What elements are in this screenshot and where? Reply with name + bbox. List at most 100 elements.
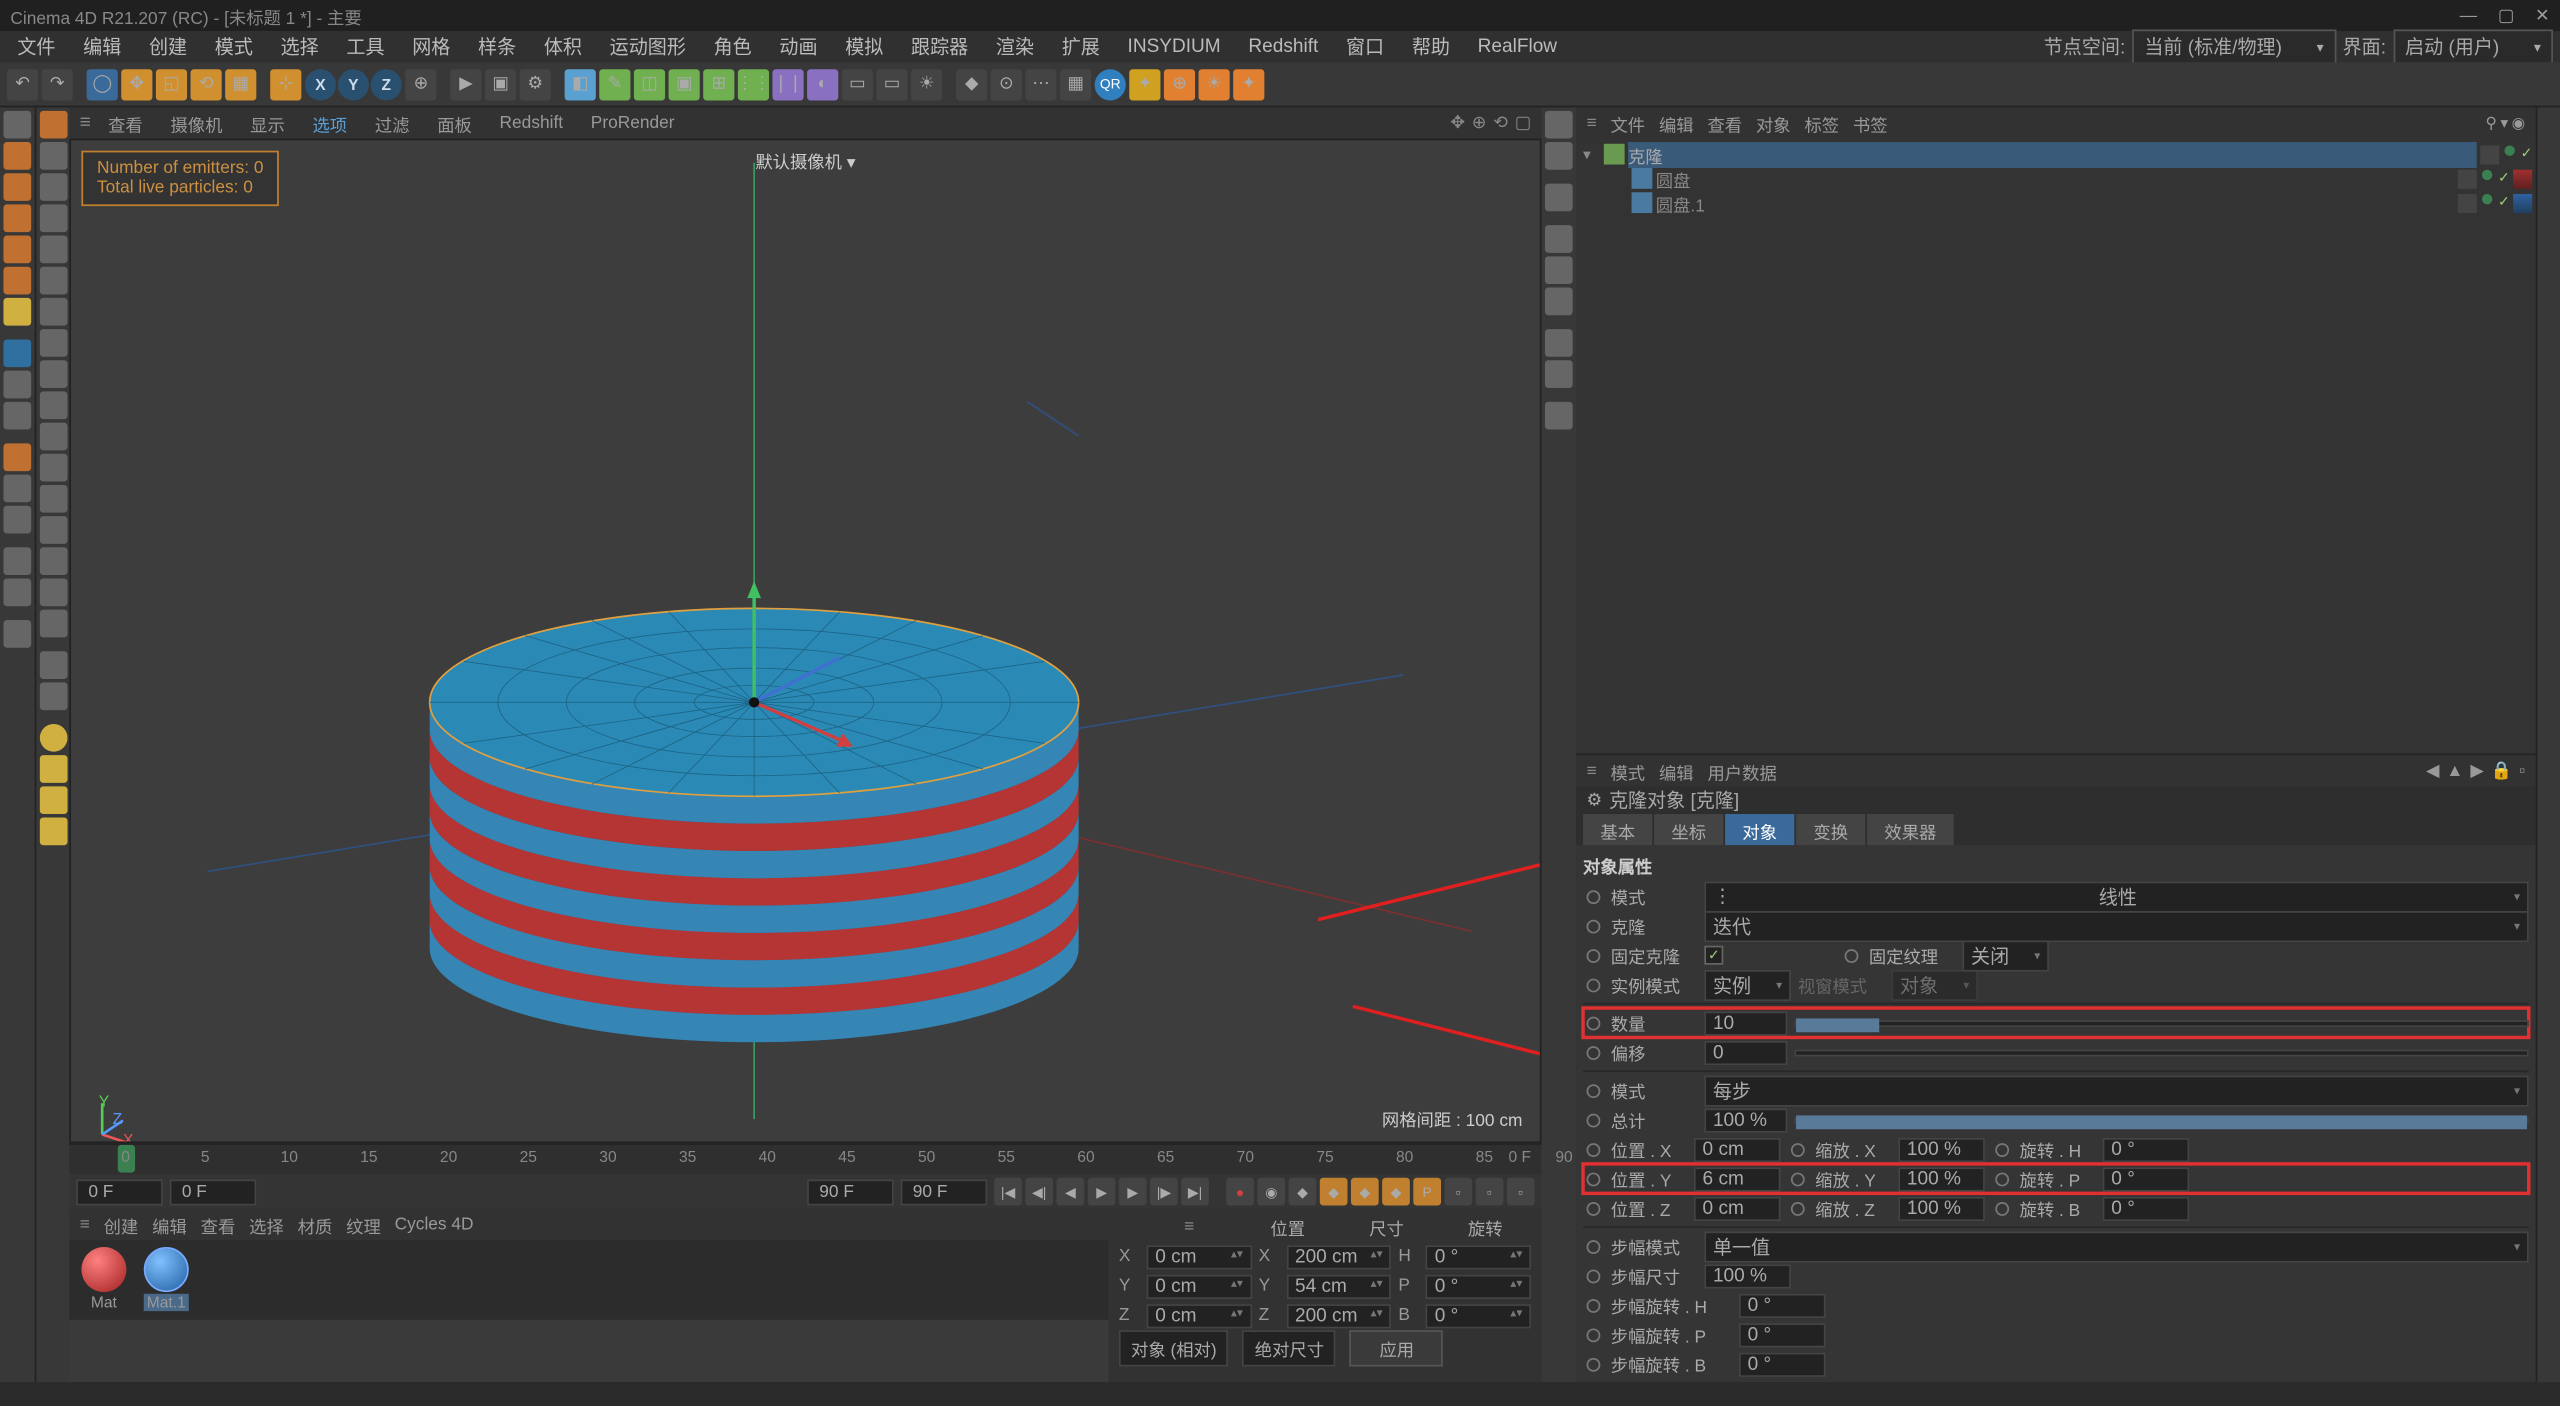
material-blue[interactable]: Mat.1: [139, 1247, 194, 1313]
om-menu-objects[interactable]: 对象: [1756, 110, 1791, 136]
size-mode-dropdown[interactable]: 绝对尺寸: [1243, 1330, 1337, 1366]
pen-icon[interactable]: ✎: [599, 68, 630, 99]
lt2-b-icon[interactable]: [40, 173, 68, 201]
locked-workplane-icon[interactable]: [3, 475, 31, 503]
lt2-g-icon[interactable]: [40, 329, 68, 357]
lt2-u-icon[interactable]: [40, 786, 68, 814]
cube-primitive-icon[interactable]: ◧: [565, 68, 596, 99]
count-slider[interactable]: [1794, 1019, 2528, 1026]
anim-dot-icon[interactable]: [1791, 1201, 1805, 1215]
rot-b-field[interactable]: 0 °▴▾: [1426, 1303, 1531, 1327]
vrs-d-icon[interactable]: [1545, 225, 1573, 253]
enable-axis-icon[interactable]: [3, 339, 31, 367]
posy-field[interactable]: 6 cm: [1694, 1167, 1781, 1191]
minimize-icon[interactable]: —: [2460, 6, 2477, 25]
play-icon[interactable]: ▶: [1088, 1178, 1116, 1206]
anim-dot-icon[interactable]: [1995, 1201, 2009, 1215]
anim-dot-icon[interactable]: [1587, 1328, 1601, 1342]
field-icon[interactable]: ❘❘: [772, 68, 803, 99]
preview-start-field[interactable]: 0 F: [170, 1179, 257, 1205]
vp-menu-panel[interactable]: 面板: [427, 110, 482, 136]
menu-help[interactable]: 帮助: [1401, 33, 1460, 61]
posz-field[interactable]: 0 cm: [1694, 1196, 1781, 1220]
anim-dot-icon[interactable]: [1587, 1045, 1601, 1059]
vrs-b-icon[interactable]: [1545, 142, 1573, 170]
menu-extensions[interactable]: 扩展: [1051, 33, 1110, 61]
om-eye-icon[interactable]: ◉: [2512, 113, 2526, 132]
point-mode-icon[interactable]: [3, 236, 31, 264]
mat-menu-cycles[interactable]: Cycles 4D: [395, 1215, 474, 1234]
size-z-field[interactable]: 200 cm▴▾: [1286, 1303, 1391, 1327]
vrs-h-icon[interactable]: [1545, 360, 1573, 388]
menu-create[interactable]: 创建: [139, 33, 198, 61]
lt2-a-icon[interactable]: [40, 142, 68, 170]
layer-tag-icon[interactable]: [2458, 193, 2477, 212]
model-mode-icon[interactable]: [3, 142, 31, 170]
range-start-field[interactable]: 0 F: [76, 1179, 163, 1205]
polygon-mode-icon[interactable]: [3, 298, 31, 326]
vp-nav-zoom-icon[interactable]: ⊕: [1472, 113, 1487, 132]
tab-object[interactable]: 对象: [1725, 814, 1794, 845]
prev-key-icon[interactable]: ◀|: [1025, 1178, 1053, 1206]
object-disc-2[interactable]: 圆盘.1 ✓: [1580, 191, 2533, 215]
anim-dot-icon[interactable]: [1587, 889, 1601, 903]
menu-window[interactable]: 窗口: [1336, 33, 1395, 61]
am-nav-back-icon[interactable]: ◀: [2426, 761, 2439, 780]
record-icon[interactable]: ●: [1226, 1178, 1254, 1206]
lt2-p-icon[interactable]: [40, 610, 68, 638]
object-cloner[interactable]: ▾ 克隆 ✓: [1580, 142, 2533, 166]
anim-dot-icon[interactable]: [1791, 1172, 1805, 1186]
menu-edit[interactable]: 编辑: [73, 33, 132, 61]
steprotb-field[interactable]: 0 °: [1739, 1352, 1826, 1376]
mode2-dropdown[interactable]: 每步: [1704, 1075, 2528, 1106]
mode-dropdown[interactable]: ⋮ 线性: [1704, 881, 2528, 912]
vp-menu-filter[interactable]: 过滤: [364, 110, 419, 136]
texture-mode-icon[interactable]: [3, 173, 31, 201]
lt2-l-icon[interactable]: [40, 485, 68, 513]
vp-menu-prorender[interactable]: ProRender: [580, 113, 685, 132]
anim-dot-icon[interactable]: [1587, 1142, 1601, 1156]
undo-button[interactable]: ↶: [7, 68, 38, 99]
offset-slider[interactable]: [1794, 1049, 2528, 1056]
key-rot-icon[interactable]: ◆: [1382, 1178, 1410, 1206]
close-icon[interactable]: ✕: [2535, 6, 2550, 25]
total-slider[interactable]: [1794, 1116, 2528, 1123]
coord-sys-icon[interactable]: ⊕: [405, 68, 436, 99]
lt2-move-icon[interactable]: [40, 111, 68, 139]
maximize-icon[interactable]: ▢: [2498, 6, 2514, 25]
edge-mode-icon[interactable]: [3, 267, 31, 295]
render-settings-icon[interactable]: ⚙: [520, 68, 551, 99]
vp-menu-view[interactable]: 查看: [98, 110, 153, 136]
vp-nav-max-icon[interactable]: ▢: [1515, 113, 1531, 132]
stepsize-field[interactable]: 100 %: [1704, 1263, 1791, 1287]
menu-insydium[interactable]: INSYDIUM: [1117, 36, 1231, 57]
cloner-icon[interactable]: ⋮⋮: [738, 68, 769, 99]
mat-menu-material[interactable]: 材质: [298, 1212, 333, 1238]
anim-dot-icon[interactable]: [1587, 1298, 1601, 1312]
om-menu-tags[interactable]: 标签: [1804, 110, 1839, 136]
visibility-dot-icon[interactable]: [2505, 145, 2515, 155]
menu-file[interactable]: 文件: [7, 33, 66, 61]
scale-icon[interactable]: ◱: [156, 68, 187, 99]
qr-icon[interactable]: QR: [1095, 68, 1126, 99]
render-view-icon[interactable]: ▶: [450, 68, 481, 99]
axis-x-toggle[interactable]: X: [305, 68, 336, 99]
layer-tag-icon[interactable]: [2458, 169, 2477, 188]
tab-basic[interactable]: 基本: [1583, 814, 1652, 845]
lt2-n-icon[interactable]: [40, 547, 68, 575]
vp-menu-options[interactable]: 选项: [302, 110, 357, 136]
vp-nav-orbit-icon[interactable]: ⟲: [1493, 113, 1508, 132]
range-end-field[interactable]: 90 F: [901, 1179, 988, 1205]
menu-select[interactable]: 选择: [270, 33, 329, 61]
material-red[interactable]: Mat: [76, 1247, 131, 1313]
anim-dot-icon[interactable]: [1587, 1201, 1601, 1215]
menu-volume[interactable]: 体积: [533, 33, 592, 61]
menu-animate[interactable]: 动画: [769, 33, 828, 61]
snap-icon[interactable]: [3, 402, 31, 430]
menu-simulate[interactable]: 模拟: [835, 33, 894, 61]
tool-h-icon[interactable]: ✦: [1233, 68, 1264, 99]
anim-dot-icon[interactable]: [1845, 948, 1859, 962]
axis-z-toggle[interactable]: Z: [371, 68, 402, 99]
pos-x-field[interactable]: 0 cm▴▾: [1147, 1244, 1252, 1268]
key-opt-c-icon[interactable]: ▫: [1507, 1178, 1535, 1206]
